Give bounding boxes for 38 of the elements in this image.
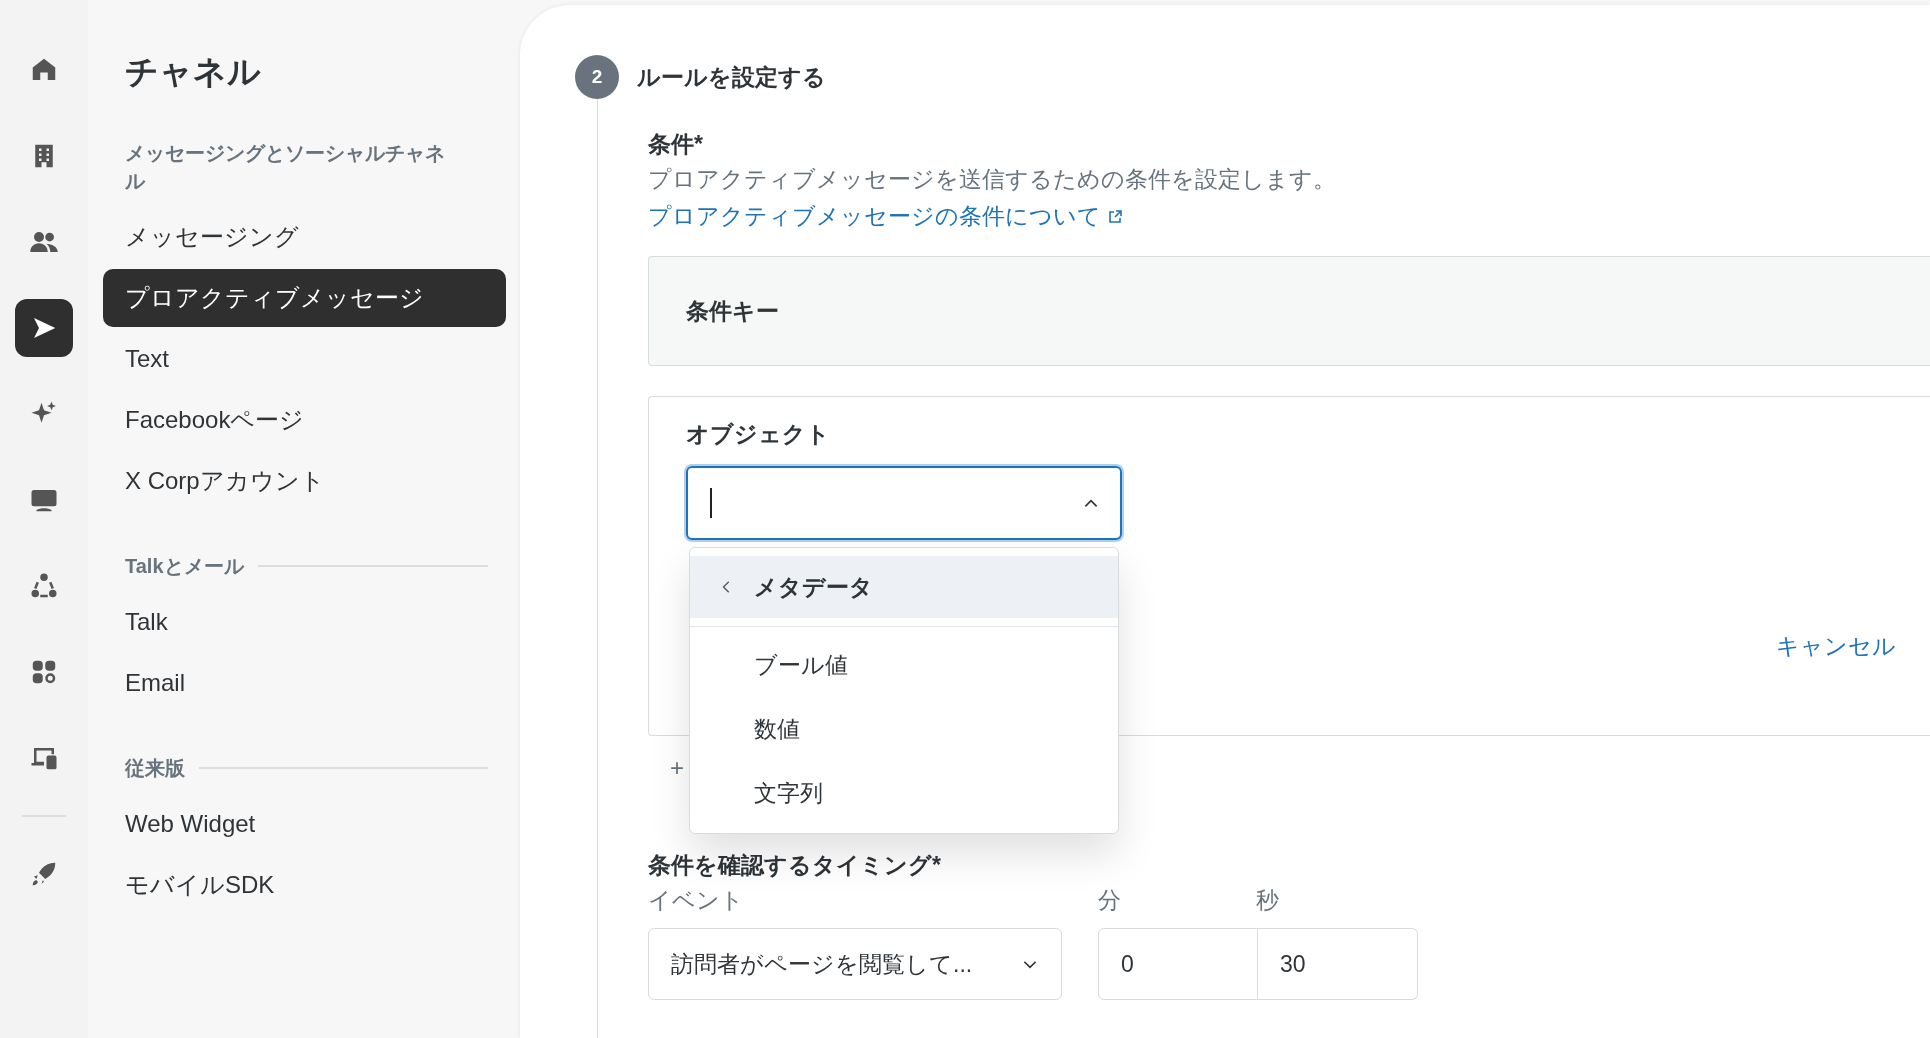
add-glyph[interactable]: + bbox=[670, 754, 684, 794]
field-label: 分 bbox=[1098, 886, 1122, 915]
text-cursor bbox=[710, 488, 712, 518]
step-title: ルールを設定する bbox=[637, 62, 826, 92]
sidebar-item[interactable]: Talk bbox=[103, 593, 506, 651]
sidebar-item[interactable]: Facebookページ bbox=[103, 391, 506, 449]
send-icon[interactable] bbox=[15, 299, 73, 357]
sidebar-item[interactable]: モバイルSDK bbox=[103, 856, 506, 914]
step-number: 2 bbox=[575, 55, 619, 99]
section-heading: Talkとメール bbox=[125, 554, 244, 579]
sidebar-item[interactable]: Text bbox=[103, 330, 506, 388]
sidebar-title: チャネル bbox=[125, 52, 262, 92]
object-combobox[interactable] bbox=[686, 466, 1122, 540]
help-link[interactable]: プロアクティブメッセージの条件について bbox=[648, 201, 1123, 232]
back-menu-item[interactable]: メタデータ bbox=[690, 556, 1118, 618]
seconds-field[interactable]: 30 bbox=[1258, 928, 1418, 1000]
field-label: 条件* bbox=[648, 130, 704, 159]
sidebar-item[interactable]: Web Widget bbox=[103, 795, 506, 853]
menu-option[interactable]: ブール値 bbox=[690, 633, 1118, 697]
description-text: プロアクティブメッセージを送信するための条件を設定します。 bbox=[648, 165, 1337, 194]
section-heading: メッセージングとソーシャルチャネル bbox=[125, 141, 446, 194]
field-label: 秒 bbox=[1256, 886, 1279, 915]
external-link-icon bbox=[1107, 208, 1123, 225]
minutes-field[interactable]: 0 bbox=[1098, 928, 1258, 1000]
sidebar-item[interactable]: プロアクティブメッセージ bbox=[103, 269, 506, 327]
menu-option[interactable]: 数値 bbox=[690, 697, 1118, 761]
menu-option[interactable]: 文字列 bbox=[690, 761, 1118, 825]
menu-header: メタデータ bbox=[754, 572, 873, 602]
sidebar-item[interactable]: X Corpアカウント bbox=[103, 452, 506, 510]
section-heading: 従来版 bbox=[125, 756, 185, 781]
card-title: 条件キー bbox=[686, 296, 779, 326]
sidebar-item[interactable]: メッセージング bbox=[103, 208, 506, 266]
sidebar-item[interactable]: Email bbox=[103, 654, 506, 712]
field-label: 条件を確認するタイミング* bbox=[648, 851, 942, 880]
event-select[interactable]: 訪問者がページを閲覧して... bbox=[648, 928, 1062, 1000]
field-label: イベント bbox=[648, 886, 745, 915]
cancel-link[interactable]: キャンセル bbox=[1776, 631, 1896, 662]
field-label: オブジェクト bbox=[686, 420, 831, 449]
